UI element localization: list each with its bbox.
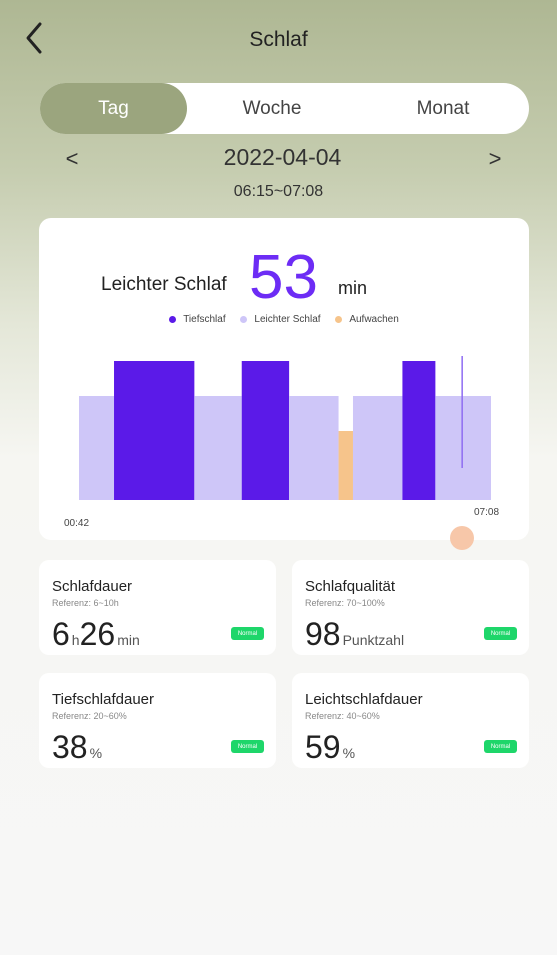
sleep-time-range: 06:15~07:08 bbox=[233, 183, 324, 200]
stat-reference: Referenz: 6~10h bbox=[52, 598, 119, 608]
sleep-segment-bar[interactable] bbox=[402, 361, 436, 500]
stat-reference: Referenz: 70~100% bbox=[305, 598, 385, 608]
stat-value: 98 Punktzahl bbox=[305, 616, 404, 653]
status-badge: Normal bbox=[484, 740, 517, 753]
sleep-stage-chart[interactable] bbox=[39, 218, 529, 540]
x-tick-end: 07:08 bbox=[474, 507, 500, 518]
tab-month[interactable]: Monat bbox=[357, 83, 529, 134]
sleep-segment-bar[interactable] bbox=[338, 431, 353, 500]
stat-reference: Referenz: 40~60% bbox=[305, 711, 380, 721]
stat-card-deep-sleep[interactable]: Tiefschlafdauer Referenz: 20~60% 38% Nor… bbox=[39, 673, 276, 768]
value-unit: % bbox=[342, 745, 356, 761]
current-date: 2022-04-04 bbox=[223, 144, 342, 170]
header: Schlaf bbox=[0, 0, 557, 80]
value-unit: min bbox=[117, 632, 140, 648]
period-tabs: Tag Woche Monat bbox=[40, 83, 529, 134]
sleep-segment-bar[interactable] bbox=[352, 396, 403, 500]
value-unit: % bbox=[89, 745, 103, 761]
x-tick-start: 00:42 bbox=[64, 518, 90, 529]
value-number: 38 bbox=[52, 729, 88, 765]
stat-card-sleep-quality[interactable]: Schlafqualität Referenz: 70~100% 98 Punkt… bbox=[292, 560, 529, 655]
sleep-chart-card: Leichter Schlaf 53 min Tiefschlaf Leicht… bbox=[39, 218, 529, 540]
stat-title: Schlafdauer bbox=[52, 578, 133, 595]
stat-value: 6 h26 min bbox=[52, 616, 140, 653]
sleep-segment-bar[interactable] bbox=[289, 396, 339, 500]
stat-reference: Referenz: 20~60% bbox=[52, 711, 127, 721]
stat-value: 59% bbox=[305, 729, 355, 766]
status-badge: Normal bbox=[231, 627, 264, 640]
next-date-button[interactable]: > bbox=[480, 144, 510, 174]
value-unit: Punktzahl bbox=[342, 632, 405, 648]
sleep-segment-bar[interactable] bbox=[79, 396, 115, 500]
sleep-segment-bar[interactable] bbox=[114, 361, 195, 500]
status-badge: Normal bbox=[231, 740, 264, 753]
stat-card-sleep-duration[interactable]: Schlafdauer Referenz: 6~10h 6 h26 min Norm… bbox=[39, 560, 276, 655]
sleep-segment-bar[interactable] bbox=[435, 396, 491, 500]
date-navigator: < 2022-04-04 > bbox=[55, 142, 510, 176]
stat-title: Tiefschlafdauer bbox=[52, 691, 154, 708]
value-number: 26 bbox=[79, 616, 116, 652]
sleep-segment-bar[interactable] bbox=[194, 396, 242, 500]
value-number: 6 bbox=[52, 616, 70, 652]
value-unit: h bbox=[71, 632, 80, 648]
tab-day[interactable]: Tag bbox=[40, 83, 187, 134]
status-badge: Normal bbox=[484, 627, 517, 640]
time-slider-handle[interactable] bbox=[450, 526, 474, 550]
stat-title: Leichtschlafdauer bbox=[305, 691, 423, 708]
sleep-segment-bar[interactable] bbox=[241, 361, 290, 500]
value-number: 98 bbox=[305, 616, 341, 652]
page-title: Schlaf bbox=[249, 28, 308, 51]
value-number: 59 bbox=[305, 729, 341, 765]
stat-card-light-sleep[interactable]: Leichtschlafdauer Referenz: 40~60% 59% N… bbox=[292, 673, 529, 768]
stat-title: Schlafqualität bbox=[305, 578, 396, 595]
stat-value: 38% bbox=[52, 729, 102, 766]
tab-week[interactable]: Woche bbox=[187, 83, 357, 134]
